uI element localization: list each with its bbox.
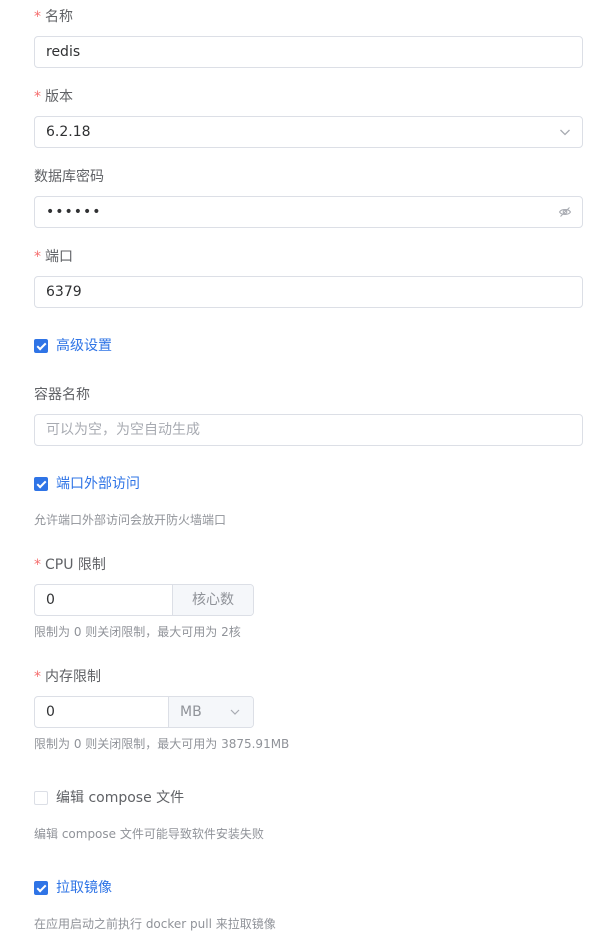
required-mark: * — [34, 89, 41, 105]
memory-limit-label: * 内存限制 — [34, 669, 101, 685]
checkbox-box[interactable] — [34, 881, 48, 895]
cpu-limit-label: * CPU 限制 — [34, 557, 106, 573]
container-name-placeholder: 可以为空，为空自动生成 — [46, 422, 200, 438]
cpu-limit-group: 0 核心数 — [34, 584, 254, 616]
cpu-limit-input[interactable]: 0 — [35, 585, 173, 615]
pull-image-hint: 在应用启动之前执行 docker pull 来拉取镜像 — [34, 917, 276, 931]
name-input[interactable]: redis — [34, 36, 583, 68]
memory-limit-input[interactable]: 0 — [35, 697, 169, 727]
cpu-limit-hint: 限制为 0 则关闭限制，最大可用为 2核 — [34, 625, 241, 639]
required-mark: * — [34, 557, 41, 573]
required-mark: * — [34, 669, 41, 685]
required-mark: * — [34, 9, 41, 25]
version-label: * 版本 — [34, 89, 73, 105]
chevron-down-icon — [560, 129, 570, 136]
memory-unit-select[interactable]: MB — [169, 697, 253, 727]
advanced-settings-checkbox[interactable]: 高级设置 — [34, 336, 112, 356]
name-label: * 名称 — [34, 9, 73, 25]
db-password-input[interactable]: •••••• — [34, 196, 583, 228]
db-password-value: •••••• — [46, 204, 102, 220]
container-name-input[interactable]: 可以为空，为空自动生成 — [34, 414, 583, 446]
memory-limit-value: 0 — [46, 704, 55, 720]
advanced-settings-label[interactable]: 高级设置 — [56, 336, 112, 356]
edit-compose-checkbox[interactable]: 编辑 compose 文件 — [34, 788, 184, 808]
memory-limit-group: 0 MB — [34, 696, 254, 728]
required-mark: * — [34, 249, 41, 265]
port-external-label[interactable]: 端口外部访问 — [56, 474, 140, 494]
memory-limit-hint: 限制为 0 则关闭限制，最大可用为 3875.91MB — [34, 737, 290, 751]
edit-compose-hint: 编辑 compose 文件可能导致软件安装失败 — [34, 827, 264, 841]
port-external-checkbox[interactable]: 端口外部访问 — [34, 474, 140, 494]
checkbox-box[interactable] — [34, 339, 48, 353]
port-external-hint: 允许端口外部访问会放开防火墙端口 — [34, 513, 227, 527]
chevron-down-icon — [230, 709, 240, 715]
port-input[interactable]: 6379 — [34, 276, 583, 308]
cpu-limit-unit: 核心数 — [173, 585, 253, 615]
pull-image-checkbox[interactable]: 拉取镜像 — [34, 878, 112, 898]
version-select-value: 6.2.18 — [46, 124, 91, 140]
eye-hide-icon[interactable] — [558, 205, 572, 219]
container-name-label: 容器名称 — [34, 387, 90, 403]
memory-unit-value: MB — [180, 704, 202, 720]
checkbox-box[interactable] — [34, 477, 48, 491]
edit-compose-label[interactable]: 编辑 compose 文件 — [56, 788, 184, 808]
port-label: * 端口 — [34, 249, 73, 265]
pull-image-label[interactable]: 拉取镜像 — [56, 878, 112, 898]
version-select[interactable]: 6.2.18 — [34, 116, 583, 148]
db-password-label: 数据库密码 — [34, 169, 104, 185]
port-input-value: 6379 — [46, 284, 82, 300]
name-input-value: redis — [46, 44, 81, 60]
cpu-limit-value: 0 — [46, 592, 55, 608]
checkbox-box[interactable] — [34, 791, 48, 805]
